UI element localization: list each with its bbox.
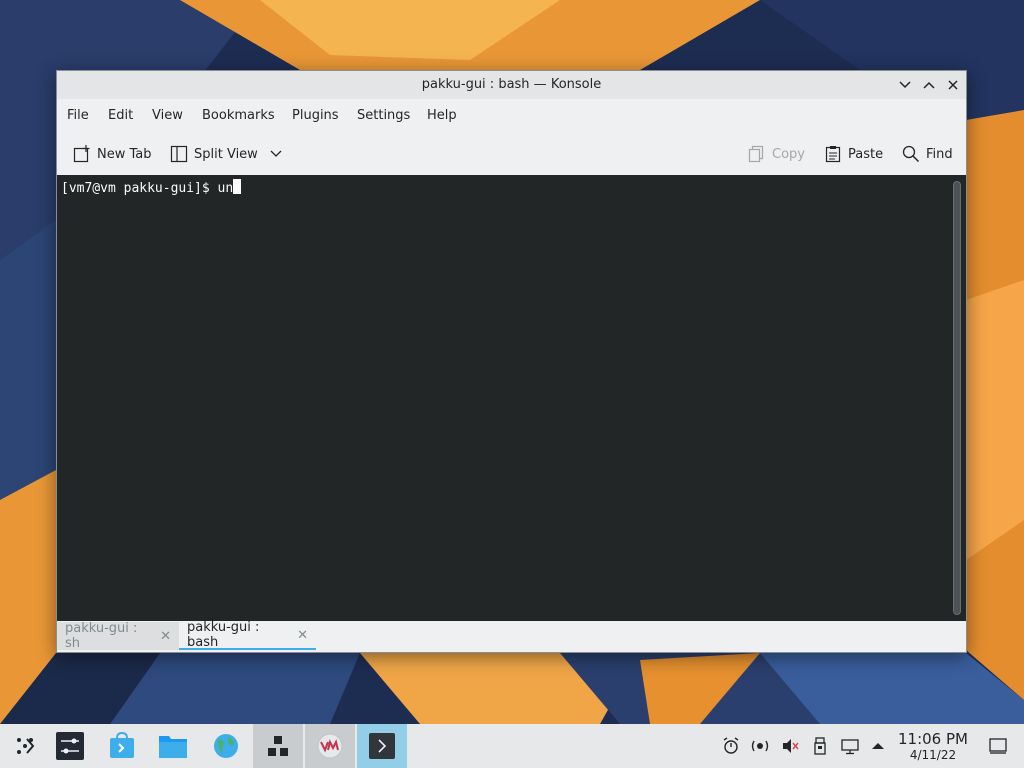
tab-pakku-gui-bash[interactable]: pakku-gui : bash ✕ <box>179 620 316 650</box>
copy-icon <box>748 145 764 163</box>
show-hidden-icons-button[interactable] <box>868 736 888 756</box>
folder-icon <box>159 736 187 758</box>
pager-task[interactable] <box>253 724 303 768</box>
scrollbar[interactable] <box>953 181 961 615</box>
digital-clock[interactable]: 11:06 PM 4/11/22 <box>892 730 974 762</box>
toolbar: New Tab Split View Copy Paste Find <box>57 133 966 173</box>
vm-icon <box>317 733 343 759</box>
maximize-button[interactable] <box>919 75 939 95</box>
konsole-window: pakku-gui : bash — Konsole File Edit Vie… <box>56 70 967 653</box>
app-launcher-icon <box>17 738 35 754</box>
network-wired-icon <box>841 739 859 755</box>
new-tab-icon <box>73 145 90 163</box>
title-bar[interactable]: pakku-gui : bash — Konsole <box>57 71 966 99</box>
chevron-up-icon <box>923 81 935 89</box>
connect-icon <box>751 740 769 752</box>
menu-view[interactable]: View <box>152 108 183 123</box>
terminal-text: [vm7@vm pakku-gui]$ un <box>61 181 234 196</box>
new-tab-button[interactable]: New Tab <box>73 143 152 165</box>
pager-icon <box>268 736 288 756</box>
kde-connect-tray-icon[interactable] <box>750 736 770 756</box>
paste-icon <box>825 146 841 163</box>
usb-drive-icon <box>814 737 826 755</box>
removable-device-tray-icon[interactable] <box>810 736 830 756</box>
tab-label: pakku-gui : sh <box>65 621 138 651</box>
paste-label: Paste <box>848 146 884 162</box>
notifications-tray-icon[interactable] <box>721 736 741 756</box>
app-launcher-button[interactable] <box>0 724 50 768</box>
clock-time: 11:06 PM <box>898 730 968 748</box>
volume-tray-icon[interactable] <box>780 736 800 756</box>
show-desktop-button[interactable] <box>988 736 1008 756</box>
vm-manager-task[interactable] <box>305 724 355 768</box>
menu-bookmarks[interactable]: Bookmarks <box>202 108 275 123</box>
minimize-button[interactable] <box>895 75 915 95</box>
desktop-icon <box>989 738 1007 754</box>
copy-label: Copy <box>772 146 805 162</box>
close-tab-icon[interactable]: ✕ <box>297 628 308 643</box>
chevron-down-icon <box>899 81 911 89</box>
search-icon <box>902 145 920 163</box>
web-browser-task[interactable] <box>201 724 251 768</box>
new-tab-label: New Tab <box>97 146 152 162</box>
terminal-prompt: [vm7@vm pakku-gui]$ un <box>61 179 242 196</box>
alarm-icon <box>723 737 739 754</box>
chevron-down-icon <box>270 150 282 157</box>
discover-task[interactable] <box>97 724 147 768</box>
menu-edit[interactable]: Edit <box>108 108 133 123</box>
file-manager-task[interactable] <box>148 724 198 768</box>
close-tab-icon[interactable]: ✕ <box>160 629 171 644</box>
system-settings-task[interactable] <box>45 724 95 768</box>
text-cursor <box>233 179 242 194</box>
window-title: pakku-gui : bash — Konsole <box>421 77 602 92</box>
menu-help[interactable]: Help <box>427 108 457 123</box>
volume-muted-icon <box>783 739 799 753</box>
split-view-label: Split View <box>194 146 258 162</box>
session-tab-bar: pakku-gui : sh ✕ pakku-gui : bash ✕ <box>57 620 966 652</box>
network-tray-icon[interactable] <box>840 736 860 756</box>
paste-button[interactable]: Paste <box>824 143 883 165</box>
find-label: Find <box>926 146 953 162</box>
tab-label: pakku-gui : bash <box>187 620 260 650</box>
close-icon <box>948 80 958 90</box>
close-button[interactable] <box>943 75 963 95</box>
menu-settings[interactable]: Settings <box>357 108 410 123</box>
menu-plugins[interactable]: Plugins <box>292 108 339 123</box>
find-button[interactable]: Find <box>902 143 953 165</box>
taskbar: 11:06 PM 4/11/22 <box>0 724 1024 768</box>
settings-icon <box>56 732 84 760</box>
chevron-up-icon <box>872 743 884 749</box>
tab-pakku-gui-sh[interactable]: pakku-gui : sh ✕ <box>57 621 179 651</box>
menu-bar: File Edit View Bookmarks Plugins Setting… <box>57 101 966 129</box>
clock-date: 4/11/22 <box>909 748 957 762</box>
copy-button[interactable]: Copy <box>748 143 805 165</box>
split-view-button[interactable]: Split View <box>170 143 282 165</box>
terminal-icon <box>369 733 395 759</box>
store-icon <box>110 732 134 758</box>
menu-file[interactable]: File <box>67 108 89 123</box>
konsole-task[interactable] <box>357 724 407 768</box>
terminal-area[interactable]: [vm7@vm pakku-gui]$ un <box>57 175 966 621</box>
split-view-icon <box>170 145 188 163</box>
globe-icon <box>214 734 238 758</box>
